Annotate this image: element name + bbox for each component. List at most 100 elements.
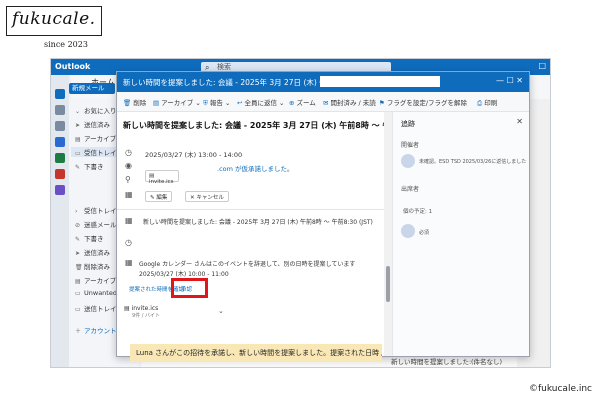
folder-label: 送信済み	[84, 249, 110, 257]
report-button[interactable]: ⛨ 報告 ⌄	[203, 97, 230, 108]
folder-label: 迷惑メール	[84, 221, 117, 229]
trash-icon: 🗑	[123, 99, 132, 107]
message-titlebar: 新しい時間を提案しました: 会議 - 2025年 3月 27日 (木) 午前8時…	[117, 72, 529, 92]
logo-text: fukucale.	[12, 9, 96, 29]
folder-deleted[interactable]: 🗑削除済み	[75, 261, 110, 271]
read-unread-button[interactable]: ✉ 開封済み / 未読	[323, 97, 376, 107]
chevron-down-icon[interactable]: ⌄	[218, 307, 224, 315]
avatar	[401, 224, 415, 238]
folder-label: 受信トレイ	[84, 149, 117, 157]
calendar-icon: ▦	[125, 258, 133, 267]
send-icon: ➤	[75, 250, 81, 257]
clock-icon: ◷	[125, 148, 132, 157]
reading-scrollbar[interactable]	[384, 112, 392, 356]
shield-icon: ⛨	[203, 99, 208, 107]
zoom-button[interactable]: ⊕ ズーム	[289, 97, 316, 107]
person-icon: ◉	[125, 161, 132, 170]
calendar-icon[interactable]	[55, 105, 65, 115]
flag-label: フラグを設定/フラグを解除	[386, 99, 468, 107]
folder-archive-2[interactable]: ▤ アーカイブ	[75, 275, 116, 285]
folder-drafts[interactable]: ✎ 下書き	[75, 161, 104, 171]
reply-all-button[interactable]: ↩ 全員に返信 ⌄	[237, 97, 284, 107]
reply-all-icon: ↩	[237, 99, 243, 107]
attachment-item[interactable]: ▤ invite.ics 9件 / バイト	[124, 305, 188, 325]
archive-icon: ▤	[75, 136, 81, 143]
folder-label: お気に入り	[84, 107, 117, 115]
report-label: 報告	[209, 99, 223, 107]
message-divider	[117, 209, 385, 210]
paperclip-icon: ⚲	[125, 175, 131, 184]
envelope-icon: ✉	[323, 99, 329, 107]
attendees-label: 出席者	[401, 186, 420, 193]
account-link[interactable]: ＋アカウント	[75, 325, 117, 335]
folder-archive[interactable]: ▤ アーカイブ	[75, 133, 116, 143]
window-controls-icon[interactable]: — ☐ ✕	[496, 76, 523, 85]
proposal-time: 2025/03/27 (木) 10:00 - 11:00	[139, 271, 229, 278]
archive-button[interactable]: ▤ アーカイブ ⌄	[153, 97, 201, 107]
archive-icon: ▤	[153, 99, 160, 107]
people-icon[interactable]	[55, 121, 65, 131]
bottom-tab-2[interactable]: (件名なし)	[471, 356, 502, 366]
tracking-header: 追跡	[401, 120, 415, 128]
folder-inbox-2[interactable]: › 受信トレイ	[75, 205, 117, 215]
delete-label: 削除	[133, 99, 147, 107]
folder-label: 下書き	[84, 235, 104, 243]
chevron-down-icon: ⌄	[276, 99, 285, 107]
teams-icon[interactable]	[55, 185, 65, 195]
folder-icon: ▭	[75, 290, 81, 297]
screenshot-page: fukucale. since 2023 ©fukucale.inc Outlo…	[0, 0, 600, 400]
calendar-icon: ▦	[125, 216, 133, 225]
powerpoint-icon[interactable]	[55, 169, 65, 179]
meeting-time: 2025/03/27 (木) 13:00 - 14:00	[145, 151, 243, 159]
clock-icon: ◷	[125, 238, 132, 247]
folder-label: Unwanted	[84, 289, 117, 297]
folder-drafts-2[interactable]: ✎ 下書き	[75, 233, 104, 243]
folder-label: 受信トレイ	[84, 207, 117, 215]
edit-label: 編集	[156, 195, 168, 201]
mail-icon[interactable]	[55, 89, 65, 99]
file-icon: ▤	[124, 305, 132, 312]
delete-button[interactable]: 🗑 削除	[123, 97, 146, 107]
attendee-status: 必須	[419, 230, 430, 236]
chevron-down-icon: ⌄	[193, 99, 201, 107]
logo-since: since 2023	[44, 40, 88, 49]
folder-sent-2[interactable]: ➤ 送信済み	[75, 247, 110, 257]
new-mail-button[interactable]: 新規メール	[69, 83, 115, 94]
cancel-button[interactable]: ✕ キャンセル	[185, 191, 229, 202]
folder-sent[interactable]: ➤ 送信済み	[75, 119, 110, 129]
scrollbar-thumb[interactable]	[386, 266, 390, 302]
flag-button[interactable]: ⚑ フラグを設定/フラグを解除	[379, 97, 467, 107]
folder-junk[interactable]: ⊘ 迷惑メール	[75, 219, 117, 229]
printer-icon: ⎙	[477, 99, 483, 107]
attachment-chip[interactable]: ▤ invite.ics	[145, 170, 179, 185]
copyright-text: ©fukucale.inc	[528, 384, 592, 394]
folder-outbox[interactable]: ▭ 送信トレイ	[75, 303, 117, 313]
folder-unwanted[interactable]: ▭ Unwanted	[75, 289, 117, 297]
chevron-down-icon: ⌄	[222, 99, 231, 107]
cancel-label: キャンセル	[196, 195, 224, 201]
brand-logo: fukucale. since 2023	[6, 6, 102, 50]
avatar	[401, 154, 415, 168]
excel-icon[interactable]	[55, 153, 65, 163]
chevron-down-icon: ⌄	[75, 108, 81, 115]
inbox-icon: ▭	[75, 150, 81, 157]
zoom-label: ズーム	[296, 99, 316, 107]
zoom-icon: ⊕	[289, 99, 295, 107]
print-button[interactable]: ⎙ 印刷	[477, 97, 497, 108]
message-toolbar: 🗑 削除 ▤ アーカイブ ⌄ ⛨ 報告 ⌄ ↩ 全員に返信 ⌄ ⊕ ズーム ✉ 開封済み /…	[117, 92, 529, 112]
edit-button[interactable]: ✎ 編集	[145, 191, 173, 202]
close-icon[interactable]: ✕	[516, 117, 523, 126]
search-placeholder: 検索	[217, 63, 231, 71]
pencil-icon: ✎	[75, 164, 81, 171]
proposal-notice: Luna さんがこの招待を承諾し、新しい時間を提案しました。提案された日時 / …	[130, 344, 382, 362]
attachment-name: invite.ics	[149, 179, 174, 185]
bottom-tab-1[interactable]: 新しい時間を提案しました: ...	[391, 356, 479, 366]
read-unread-label: 開封済み / 未読	[330, 99, 376, 107]
required-count[interactable]: 個の予定: 1	[403, 207, 432, 215]
folder-favorites[interactable]: ⌄ お気に入り	[75, 105, 117, 115]
window-controls-icon[interactable]: □	[538, 61, 546, 70]
highlight-box	[171, 278, 208, 298]
archive-icon: ▤	[75, 278, 81, 285]
pencil-icon: ✎	[75, 236, 81, 243]
word-icon[interactable]	[55, 137, 65, 147]
